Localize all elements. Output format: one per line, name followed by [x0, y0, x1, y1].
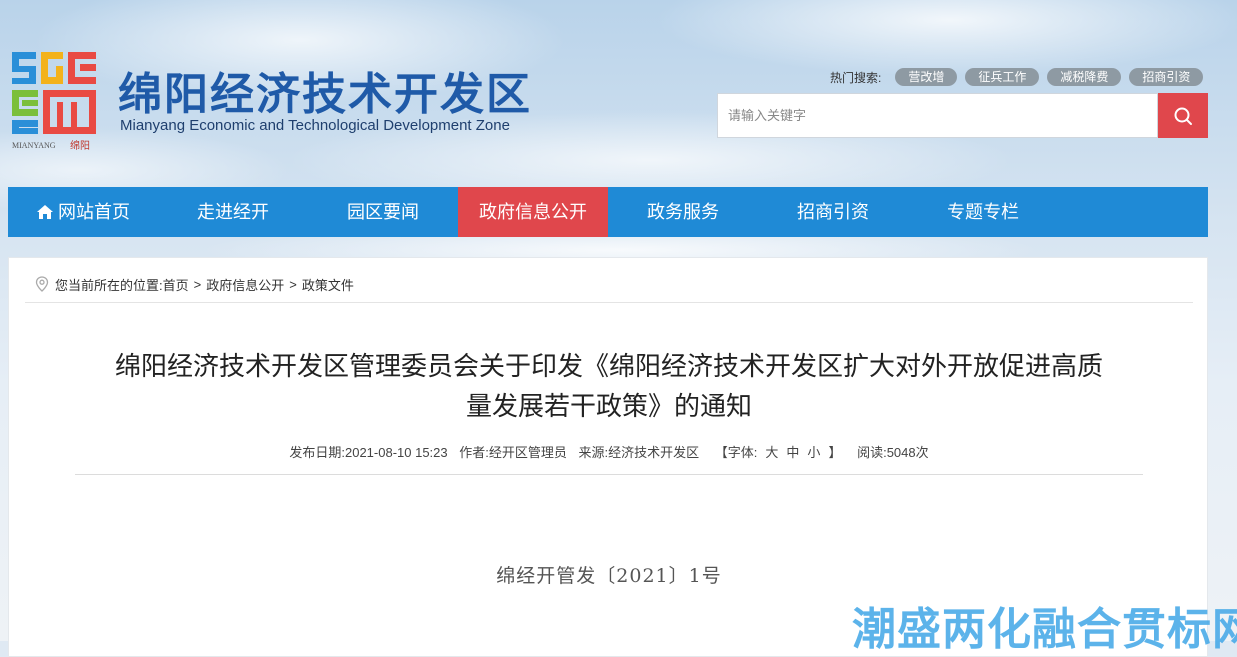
search-input[interactable] — [718, 94, 1158, 137]
breadcrumb-prefix: 您当前所在的位置: — [55, 277, 163, 293]
nav-item-news[interactable]: 园区要闻 — [308, 187, 458, 237]
breadcrumb-policy[interactable]: 政策文件 — [302, 275, 354, 294]
breadcrumb: 您当前所在的位置: 首页 > 政府信息公开 > 政策文件 — [35, 274, 354, 294]
nav-item-label: 走进经开 — [197, 202, 269, 222]
nav-item-label: 专题专栏 — [947, 202, 1019, 222]
font-size-large[interactable]: 大 — [765, 445, 778, 460]
nav-item-gov-info[interactable]: 政府信息公开 — [458, 187, 608, 237]
mianyang-logo[interactable]: MIANYANG 绵阳 — [10, 50, 100, 152]
nav-item-services[interactable]: 政务服务 — [608, 187, 758, 237]
main-nav: 网站首页 走进经开 园区要闻 政府信息公开 政务服务 招商引资 专题专栏 — [8, 187, 1208, 237]
hot-search-bar: 热门搜索: 营改增 征兵工作 减税降费 招商引资 — [830, 67, 1204, 87]
breadcrumb-home[interactable]: 首页 — [163, 275, 189, 294]
font-size-label-close: 】 — [828, 445, 842, 460]
svg-text:MIANYANG: MIANYANG — [12, 141, 56, 150]
site-title[interactable]: 绵阳经济技术开发区 — [118, 58, 532, 122]
nav-item-home[interactable]: 网站首页 — [8, 187, 158, 237]
search-box — [717, 93, 1158, 138]
document-number: 绵经开管发〔2021〕1号 — [496, 565, 722, 587]
view-count: 阅读:5048次 — [857, 445, 929, 460]
svg-text:绵阳: 绵阳 — [70, 139, 90, 152]
nav-item-investment[interactable]: 招商引资 — [758, 187, 908, 237]
divider — [25, 302, 1193, 303]
watermark-text: 潮盛两化融合贯标网 — [852, 604, 1237, 655]
article-title: 绵阳经济技术开发区管理委员会关于印发《绵阳经济技术开发区扩大对外开放促进高质 量… — [69, 346, 1149, 426]
breadcrumb-separator: > — [193, 276, 202, 292]
site-subtitle: Mianyang Economic and Technological Deve… — [120, 117, 510, 134]
nav-item-label: 网站首页 — [58, 202, 130, 222]
publish-date: 发布日期:2021-08-10 15:23 — [289, 445, 448, 460]
search-button[interactable] — [1158, 93, 1208, 138]
location-pin-icon — [35, 276, 49, 292]
breadcrumb-gov-info[interactable]: 政府信息公开 — [206, 275, 284, 294]
font-size-label: 【字体: — [714, 445, 758, 460]
breadcrumb-separator: > — [289, 276, 297, 292]
nav-item-topics[interactable]: 专题专栏 — [908, 187, 1058, 237]
nav-item-about[interactable]: 走进经开 — [158, 187, 308, 237]
font-size-medium[interactable]: 中 — [786, 445, 799, 460]
font-size-control: 【字体: 大中小】 — [711, 445, 846, 460]
hot-tag-zhengbing[interactable]: 征兵工作 — [965, 68, 1040, 86]
search-icon — [1174, 107, 1192, 125]
hot-tag-yinggaizeng[interactable]: 营改增 — [895, 68, 958, 86]
article-meta: 发布日期:2021-08-10 15:23 作者:经开区管理员 来源:经济技术开… — [69, 442, 1149, 461]
divider — [75, 474, 1143, 475]
home-icon — [36, 204, 54, 220]
hot-tag-zhaoshang[interactable]: 招商引资 — [1129, 68, 1204, 86]
nav-item-label: 政府信息公开 — [479, 202, 587, 222]
nav-item-label: 招商引资 — [797, 202, 869, 222]
font-size-small[interactable]: 小 — [807, 445, 820, 460]
article-author: 作者:经开区管理员 — [459, 445, 567, 460]
article-title-line: 绵阳经济技术开发区管理委员会关于印发《绵阳经济技术开发区扩大对外开放促进高质 — [114, 351, 1103, 381]
article-title-line: 量发展若干政策》的通知 — [465, 391, 752, 421]
nav-item-label: 政务服务 — [647, 202, 719, 222]
nav-item-label: 园区要闻 — [347, 202, 419, 222]
hot-tag-jianshui[interactable]: 减税降费 — [1047, 68, 1122, 86]
article-source: 来源:经济技术开发区 — [578, 445, 700, 460]
hot-search-label: 热门搜索: — [830, 70, 882, 85]
